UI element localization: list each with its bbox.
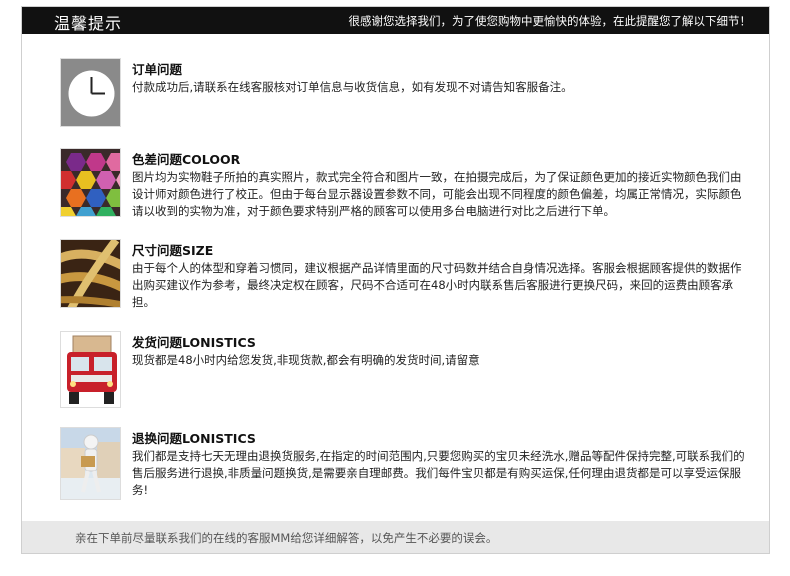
section-title: 退换问题LONISTICS	[132, 431, 256, 446]
notice-header: 温馨提示 很感谢您选择我们，为了使您购物中更愉快的体验，在此提醒您了解以下细节！	[22, 7, 769, 34]
section-title: 尺寸问题SIZE	[132, 243, 214, 258]
section-title: 发货问题LONISTICS	[132, 335, 256, 350]
return-box-person-icon	[60, 427, 121, 500]
section-body: 我们都是支持七天无理由退换货服务,在指定的时间范围内,只要您购买的宝贝未经洗水,…	[132, 449, 745, 497]
footer-bar: 亲在下单前尽量联系我们的在线的客服MM给您详细解答，以免产生不必要的误会。	[22, 521, 769, 553]
section-title: 订单问题	[132, 62, 183, 77]
delivery-truck-icon	[60, 331, 121, 408]
footer-text: 亲在下单前尽量联系我们的在线的客服MM给您详细解答，以免产生不必要的误会。	[75, 531, 498, 545]
section-body: 付款成功后,请联系在线客服核对订单信息与收货信息，如有发现不对请告知客服备注。	[132, 80, 573, 94]
color-swatches-icon	[60, 148, 121, 217]
measuring-tape-icon	[60, 239, 121, 308]
section-body: 图片均为实物鞋子所拍的真实照片，款式完全符合和图片一致，在拍摄完成后，为了保证颜…	[132, 170, 742, 218]
section-title: 色差问题COLOOR	[132, 152, 241, 167]
section-body: 由于每个人的体型和穿着习惯同，建议根据产品详情里面的尺寸码数并结合自身情况选择。…	[132, 261, 742, 309]
section-body: 现货都是48小时内给您发货,非现货款,都会有明确的发货时间,请留意	[132, 353, 480, 367]
notice-panel: 温馨提示 很感谢您选择我们，为了使您购物中更愉快的体验，在此提醒您了解以下细节！…	[21, 6, 770, 554]
clock-icon	[60, 58, 121, 127]
header-note: 很感谢您选择我们，为了使您购物中更愉快的体验，在此提醒您了解以下细节！	[348, 14, 752, 28]
header-title: 温馨提示	[54, 14, 123, 33]
